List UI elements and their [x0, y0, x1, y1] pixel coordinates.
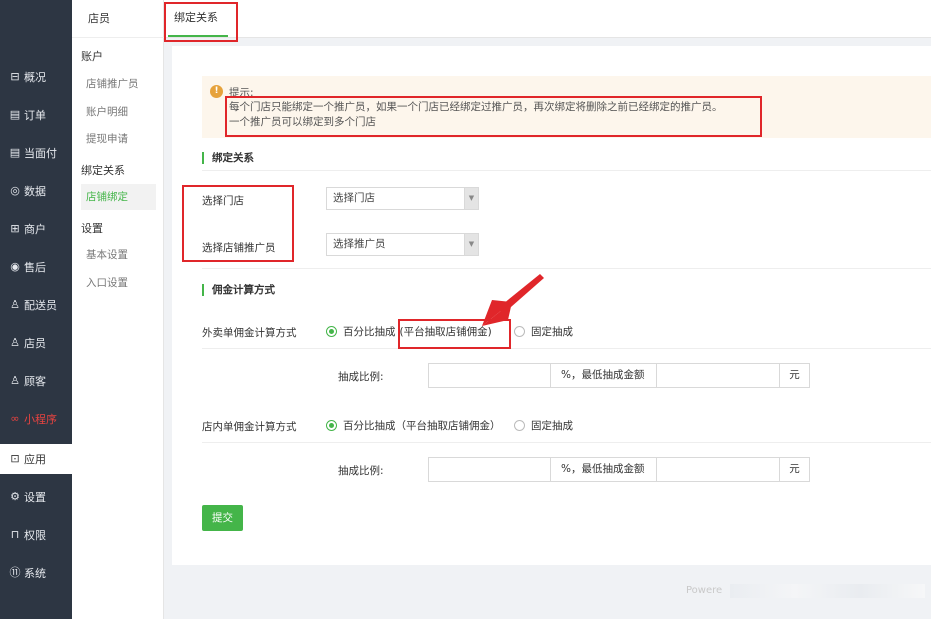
submit-button[interactable]: 提交	[202, 505, 243, 531]
nav-item-customer[interactable]: ♙ 顾客	[0, 366, 72, 396]
instore-rate-group: %，最低抽成金额 元	[428, 457, 810, 482]
annotation-box	[182, 185, 294, 262]
subnav-item-shopbind[interactable]: 店铺绑定	[81, 184, 156, 210]
nav-item-pay[interactable]: ▤ 当面付	[0, 138, 72, 168]
radio-checked-icon	[326, 420, 337, 431]
divider	[202, 442, 931, 443]
merchant-icon: ⊞	[10, 222, 20, 235]
after-sale-icon: ◉	[10, 260, 20, 273]
nav-item-orders[interactable]: ▤ 订单	[0, 100, 72, 130]
customer-icon: ♙	[10, 374, 20, 387]
nav-label: 系统	[24, 567, 46, 580]
nav-item-system[interactable]: ⑪ 系统	[0, 558, 72, 588]
main-nav: ⊟ 概况 ▤ 订单 ▤ 当面付 ◎ 数据 ⊞ 商户 ◉ 售后 ♙ 配送员 ♙ 店员 ♙ 顾客 ∞ 小…	[0, 0, 72, 619]
yuan-addon: 元	[780, 363, 810, 388]
percent-addon: %，最低抽成金额	[551, 363, 657, 388]
nav-item-settings[interactable]: ⚙ 设置	[0, 482, 72, 512]
nav-label: 概况	[24, 71, 46, 84]
info-icon: !	[210, 85, 223, 98]
instore-rate-input[interactable]	[428, 457, 551, 482]
divider	[202, 268, 931, 269]
nav-label: 顾客	[24, 375, 46, 388]
subnav-item-detail[interactable]: 账户明细	[81, 99, 156, 125]
nav-item-permission[interactable]: ⊓ 权限	[0, 520, 72, 550]
annotation-box	[225, 96, 762, 137]
nav-item-courier[interactable]: ♙ 配送员	[0, 290, 72, 320]
nav-label: 商户	[24, 223, 46, 236]
subnav-item-basic[interactable]: 基本设置	[81, 242, 156, 268]
sub-nav: 店员 账户 店铺推广员 账户明细 提现申请 绑定关系 店铺绑定 设置 基本设置 …	[72, 0, 164, 619]
nav-item-merchant[interactable]: ⊞ 商户	[0, 214, 72, 244]
promoter-select-value: 选择推广员	[333, 238, 386, 250]
annotation-box	[164, 2, 238, 42]
nav-label: 小程序	[24, 413, 57, 426]
nav-label: 权限	[24, 529, 46, 542]
store-select-value: 选择门店	[333, 192, 375, 204]
nav-label: 当面付	[24, 147, 57, 160]
subnav-item-withdraw[interactable]: 提现申请	[81, 126, 156, 152]
rate-label: 抽成比例:	[338, 465, 384, 477]
takeout-rate-group: %，最低抽成金额 元	[428, 363, 810, 388]
nav-item-overview[interactable]: ⊟ 概况	[0, 62, 72, 92]
nav-label: 售后	[24, 261, 46, 274]
nav-item-app[interactable]: ⊡ 应用	[0, 444, 72, 474]
footer-blurred-region	[730, 584, 925, 598]
instore-radio-percent[interactable]: 百分比抽成（平台抽取店铺佣金）	[326, 418, 501, 433]
chevron-down-icon: ▼	[464, 188, 478, 209]
nav-label: 配送员	[24, 299, 57, 312]
instore-label: 店内单佣金计算方式	[202, 421, 297, 433]
nav-label: 订单	[24, 109, 46, 122]
instore-radio-fixed[interactable]: 固定抽成	[514, 418, 573, 433]
radio-label: 百分比抽成（平台抽取店铺佣金）	[343, 420, 501, 432]
pay-icon: ▤	[9, 146, 21, 159]
annotation-arrow-icon	[482, 274, 544, 326]
nav-item-clerk[interactable]: ♙ 店员	[0, 328, 72, 358]
subnav-item-entry[interactable]: 入口设置	[81, 270, 156, 296]
order-icon: ▤	[9, 108, 21, 121]
courier-icon: ♙	[10, 298, 20, 311]
chevron-down-icon: ▼	[464, 234, 478, 255]
rate-label: 抽成比例:	[338, 371, 384, 383]
subnav-group-bind: 绑定关系	[81, 164, 125, 177]
divider	[202, 170, 931, 171]
radio-label: 固定抽成	[531, 420, 573, 432]
yuan-addon: 元	[780, 457, 810, 482]
takeout-rate-input[interactable]	[428, 363, 551, 388]
nav-label: 数据	[24, 185, 46, 198]
settings-icon: ⚙	[10, 490, 20, 503]
subnav-group-settings: 设置	[81, 222, 103, 235]
radio-checked-icon	[326, 326, 337, 337]
nav-item-aftersale[interactable]: ◉ 售后	[0, 252, 72, 282]
divider	[202, 348, 931, 349]
miniprogram-icon: ∞	[10, 412, 20, 425]
nav-item-data[interactable]: ◎ 数据	[0, 176, 72, 206]
lock-icon: ⊓	[10, 528, 20, 541]
promoter-select[interactable]: 选择推广员 ▼	[326, 233, 479, 256]
overview-icon: ⊟	[10, 70, 20, 83]
instore-min-amount-input[interactable]	[657, 457, 780, 482]
app-icon: ⊡	[10, 452, 20, 465]
nav-label: 设置	[24, 491, 46, 504]
section-title-bind: 绑定关系	[202, 152, 254, 164]
subnav-item-promoter[interactable]: 店铺推广员	[81, 71, 156, 97]
percent-addon: %，最低抽成金额	[551, 457, 657, 482]
system-icon: ⑪	[9, 566, 21, 579]
nav-label: 店员	[24, 337, 46, 350]
subnav-title: 店员	[72, 0, 164, 38]
store-select[interactable]: 选择门店 ▼	[326, 187, 479, 210]
footer-text: Powere	[686, 585, 723, 596]
section-title-commission: 佣金计算方式	[202, 284, 275, 296]
top-bar: 绑定关系	[164, 0, 931, 38]
nav-item-miniprogram[interactable]: ∞ 小程序	[0, 404, 72, 434]
radio-label: 百分比抽成	[343, 326, 396, 338]
clerk-icon: ♙	[10, 336, 20, 349]
subnav-group-account: 账户	[81, 50, 103, 63]
takeout-label: 外卖单佣金计算方式	[202, 327, 297, 339]
takeout-min-amount-input[interactable]	[657, 363, 780, 388]
nav-label: 应用	[24, 453, 46, 466]
data-icon: ◎	[10, 184, 20, 197]
radio-unchecked-icon	[514, 420, 525, 431]
